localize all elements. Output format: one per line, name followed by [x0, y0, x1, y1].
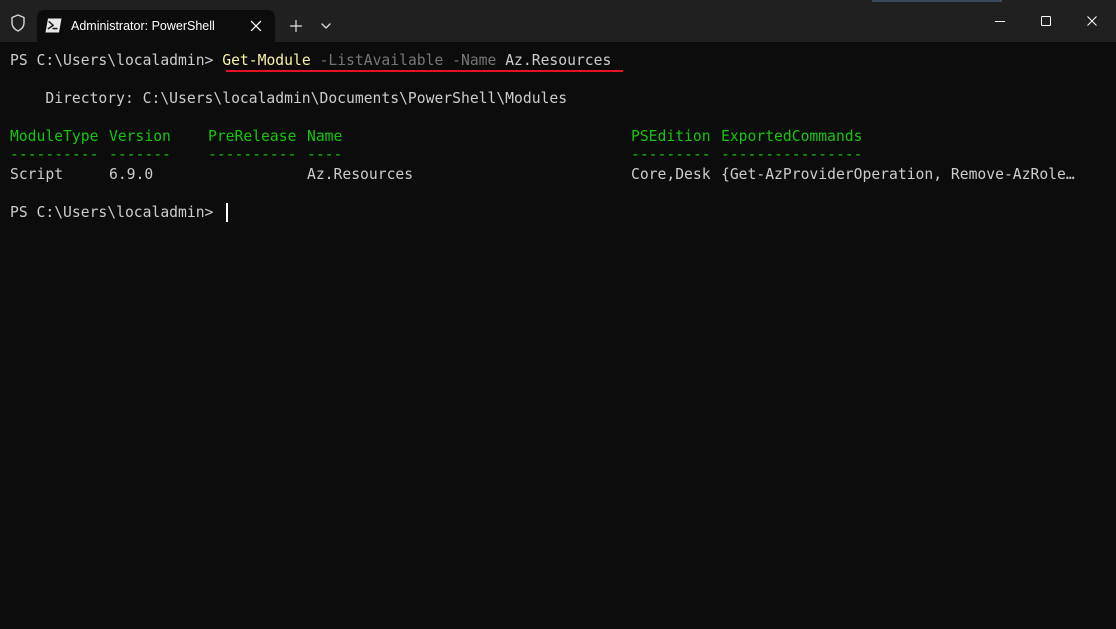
cell-exportedcommands: {Get-AzProviderOperation, Remove-AzRole… [721, 166, 1075, 183]
text-cursor [226, 203, 228, 222]
minimize-button[interactable] [977, 6, 1023, 36]
maximize-button[interactable] [1023, 6, 1069, 36]
title-bar: Administrator: PowerShell [0, 0, 1116, 42]
plus-icon[interactable] [286, 16, 306, 36]
title-bar-strip [872, 0, 1002, 2]
separator-moduletype: ---------- [10, 146, 99, 163]
powershell-icon [45, 18, 62, 33]
close-icon [1087, 16, 1097, 26]
header-moduletype: ModuleType [10, 128, 99, 145]
header-psedition: PSEdition [631, 128, 711, 145]
command-line: PS C:\Users\localadmin> Get-Module -List… [10, 51, 611, 70]
cell-psedition: Core,Desk [631, 166, 711, 183]
minimize-icon [995, 21, 1005, 22]
cell-moduletype: Script [10, 166, 64, 183]
separator-prerelease: ---------- [208, 146, 297, 163]
table-header-row: ModuleType Version PreRelease Name PSEdi… [10, 127, 862, 146]
maximize-icon [1041, 16, 1051, 26]
cell-name: Az.Resources [307, 166, 414, 183]
header-exportedcommands: ExportedCommands [721, 128, 863, 145]
table-row: Script 6.9.0 Az.Resources Core,Desk {Get… [10, 165, 1075, 184]
directory-line: Directory: C:\Users\localadmin\Documents… [10, 90, 568, 107]
tab-powershell[interactable]: Administrator: PowerShell [37, 10, 275, 42]
separator-exportedcommands: ---------------- [721, 146, 863, 163]
table-separator-row: ---------- ------- ---------- ---- -----… [10, 145, 862, 164]
param-listavailable: -ListAvailable [310, 52, 444, 69]
header-name: Name [307, 128, 343, 145]
cell-version: 6.9.0 [109, 166, 154, 183]
tab-title: Administrator: PowerShell [71, 19, 215, 33]
param-name: -Name [443, 52, 497, 69]
separator-psedition: --------- [631, 146, 711, 163]
prompt-text: PS C:\Users\localadmin> [10, 52, 223, 69]
cmdlet-text: Get-Module [222, 52, 311, 69]
header-prerelease: PreRelease [208, 128, 297, 145]
separator-version: ------- [109, 146, 171, 163]
close-tab-icon[interactable] [247, 17, 265, 35]
command-underline [226, 70, 623, 72]
header-version: Version [109, 128, 171, 145]
terminal-window: Administrator: PowerShell PS C:\Users\lo… [0, 0, 1116, 629]
final-prompt-line: PS C:\Users\localadmin> [10, 204, 223, 221]
shield-icon [8, 13, 28, 33]
close-window-button[interactable] [1069, 6, 1115, 36]
separator-name: ---- [307, 146, 343, 163]
chevron-down-icon[interactable] [316, 16, 336, 36]
param-value: Az.Resources [496, 52, 612, 69]
